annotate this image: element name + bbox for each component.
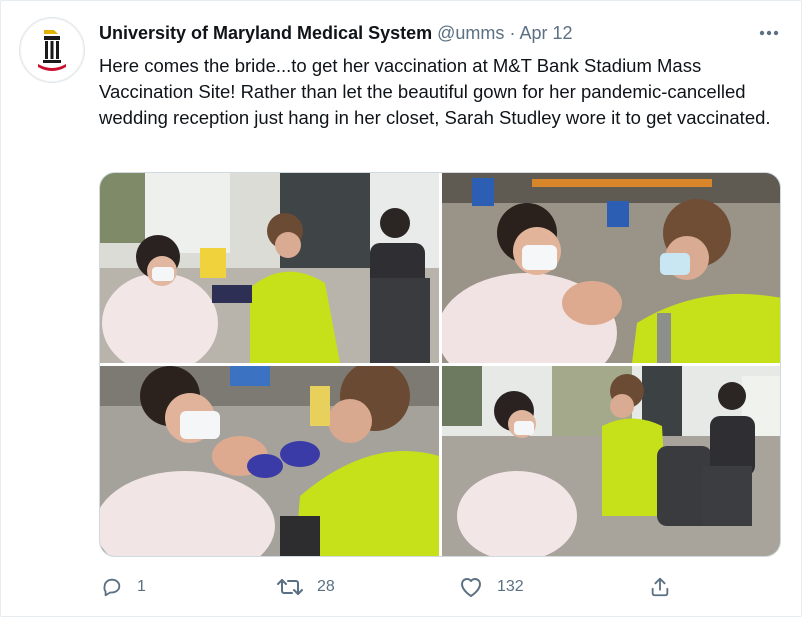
retweet-icon — [277, 579, 303, 595]
photo-3[interactable] — [100, 366, 439, 556]
like-count: 132 — [497, 578, 524, 595]
media-grid — [99, 172, 781, 557]
tweet-date[interactable]: Apr 12 — [519, 23, 572, 43]
photo-bride-injection-icon — [100, 366, 439, 556]
more-dots-icon — [759, 30, 779, 36]
reply-button[interactable]: 1 — [101, 573, 146, 601]
retweet-count: 28 — [317, 578, 335, 595]
photo-bride-closeup-icon — [442, 173, 780, 363]
author-name[interactable]: University of Maryland Medical System — [99, 23, 432, 43]
author-handle[interactable]: @umms — [437, 23, 504, 43]
heart-icon — [461, 578, 481, 597]
like-button[interactable]: 132 — [459, 573, 524, 601]
share-button[interactable] — [649, 573, 671, 601]
photo-1[interactable] — [100, 173, 439, 363]
more-options-button[interactable] — [757, 23, 781, 43]
share-icon — [651, 577, 669, 597]
reply-count: 1 — [137, 578, 146, 595]
umms-logo-icon — [38, 30, 66, 71]
photo-4[interactable] — [442, 366, 780, 556]
tweet-header: University of Maryland Medical System @u… — [99, 22, 573, 44]
photo-bride-vaccination-wide-icon — [100, 173, 439, 363]
tweet-card[interactable]: University of Maryland Medical System @u… — [0, 0, 802, 617]
reply-icon — [103, 578, 121, 597]
tweet-text: Here comes the bride...to get her vaccin… — [99, 55, 771, 128]
photo-2[interactable] — [442, 173, 780, 363]
separator-dot: · — [509, 23, 516, 43]
photo-vaccination-room-icon — [442, 366, 780, 556]
tweet-actions: 1 28 132 — [99, 573, 699, 601]
retweet-button[interactable]: 28 — [277, 573, 335, 601]
avatar[interactable] — [19, 17, 85, 83]
